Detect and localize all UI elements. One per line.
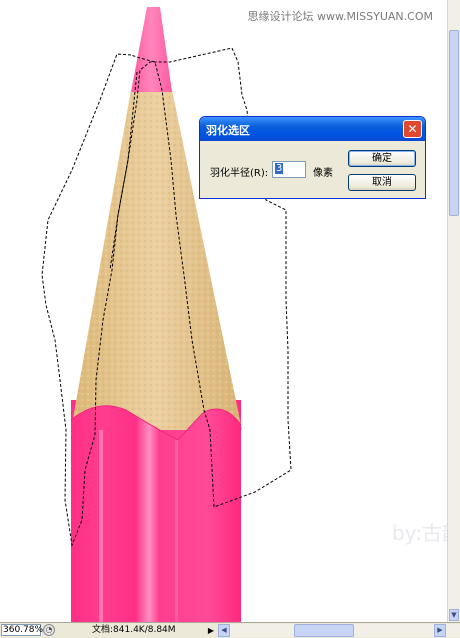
pencil-lead (131, 7, 172, 92)
feather-radius-input[interactable]: 3 (272, 161, 306, 178)
document-info: 文档:841.4K/8.84M (92, 625, 176, 635)
cancel-button[interactable]: 取消 (348, 174, 416, 191)
scroll-right-icon[interactable]: ▶ (434, 624, 446, 637)
feather-selection-dialog: 羽化选区 ✕ 羽化半径(R): 3 像素 确定 取消 (199, 116, 426, 199)
status-menu-arrow-icon[interactable]: ▶ (206, 625, 216, 636)
vertical-scrollbar[interactable]: ▼ (447, 0, 460, 622)
ok-button[interactable]: 确定 (348, 150, 416, 167)
feather-radius-value: 3 (275, 163, 284, 174)
horizontal-scroll-thumb[interactable] (294, 624, 354, 637)
navigator-icon[interactable]: ◔ (43, 624, 55, 636)
pencil-collar (71, 405, 241, 622)
feather-radius-label: 羽化半径(R): (210, 168, 269, 179)
watermark-author: by:古韵 (392, 521, 447, 545)
document-canvas[interactable]: 思缘设计论坛 www.MISSYUAN.COM by:古韵 (0, 0, 447, 622)
unit-label: 像素 (313, 168, 333, 179)
watermark-site: 思缘设计论坛 www.MISSYUAN.COM (247, 10, 433, 23)
status-bar: 360.78% ◔ 文档:841.4K/8.84M ▶ ◀ ▶ (0, 622, 460, 638)
vertical-scroll-thumb[interactable] (449, 30, 459, 216)
dialog-titlebar[interactable]: 羽化选区 ✕ (200, 117, 425, 141)
scroll-down-icon[interactable]: ▼ (449, 609, 459, 621)
horizontal-scrollbar[interactable]: ◀ ▶ (218, 624, 460, 637)
zoom-level-field[interactable]: 360.78% (1, 624, 43, 636)
scroll-left-icon[interactable]: ◀ (218, 624, 230, 637)
close-icon[interactable]: ✕ (403, 120, 422, 138)
pencil-artwork (41, 7, 292, 622)
dialog-title: 羽化选区 (206, 124, 250, 137)
